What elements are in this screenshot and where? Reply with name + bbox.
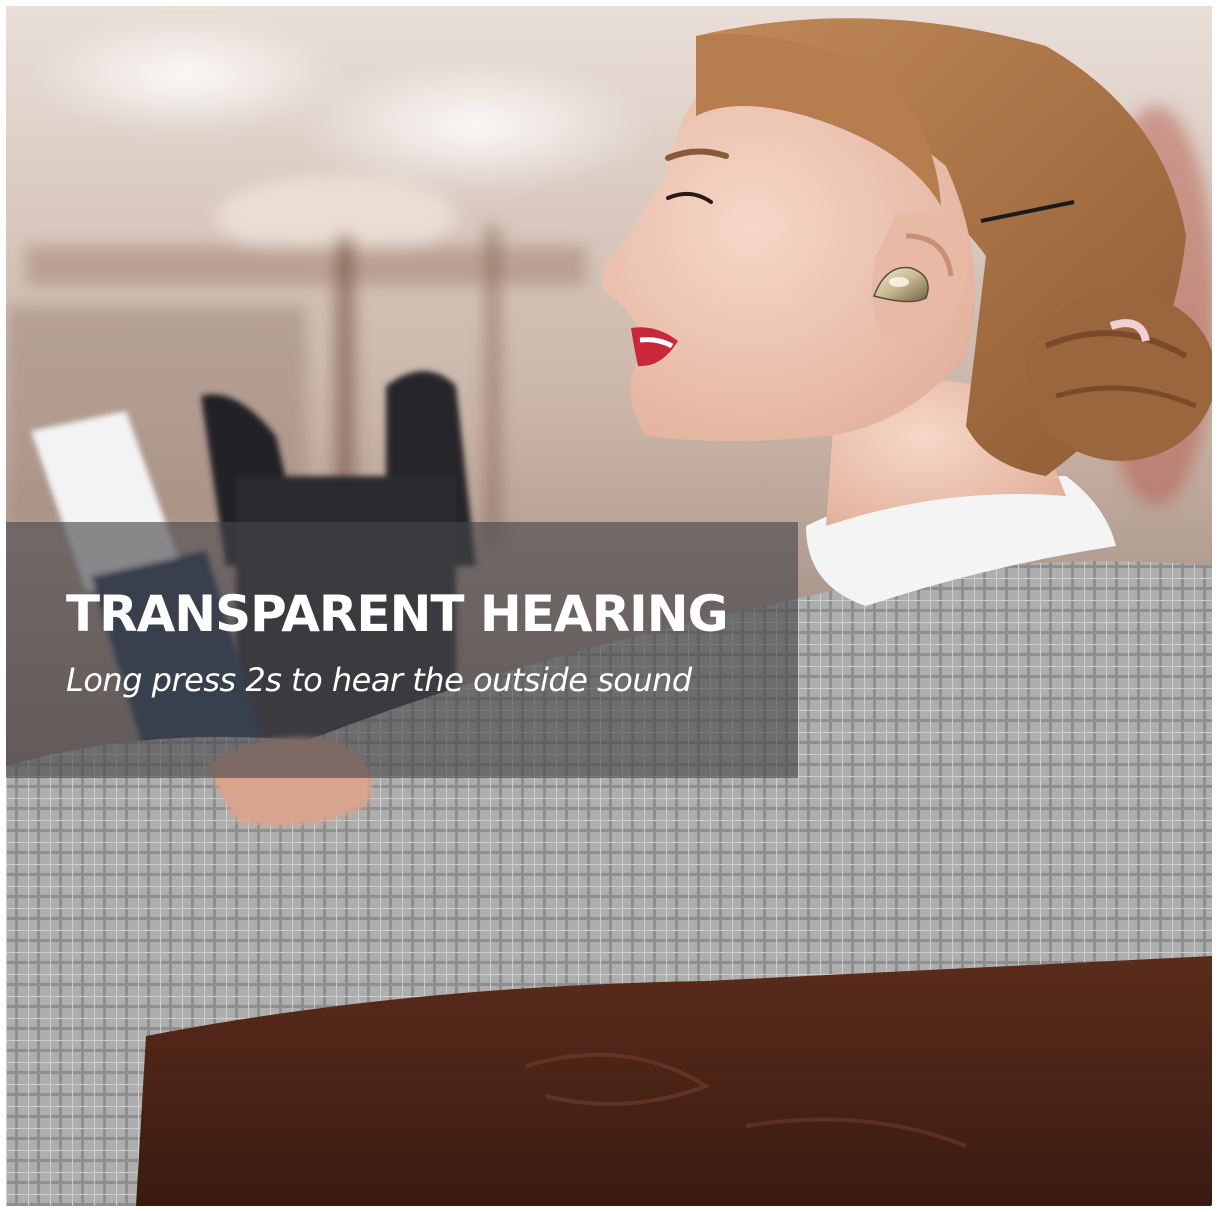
hair-bun [1026,291,1212,461]
caption-title: TRANSPARENT HEARING [66,585,729,643]
caption-subtitle: Long press 2s to hear the outside sound [66,661,692,699]
product-image-frame: TRANSPARENT HEARING Long press 2s to hea… [6,6,1212,1206]
caption-overlay [6,522,798,778]
